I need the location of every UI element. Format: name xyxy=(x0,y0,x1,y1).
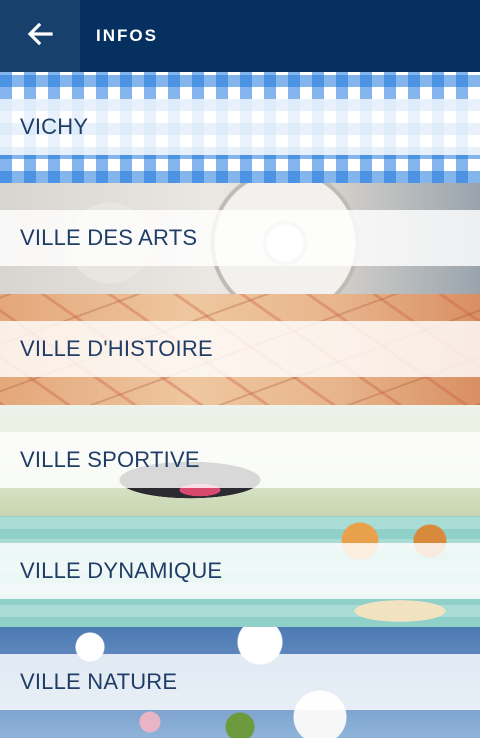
top-app-bar: INFOS xyxy=(0,0,480,72)
list-item-label: VICHY xyxy=(20,114,89,139)
list-item-label: VILLE DES ARTS xyxy=(20,225,198,250)
list-item-ville-des-arts[interactable]: VILLE DES ARTS xyxy=(0,183,480,294)
list-item-label: VILLE DYNAMIQUE xyxy=(20,558,223,583)
list-item-label: VILLE D'HISTOIRE xyxy=(20,336,213,361)
list-item-label: VILLE SPORTIVE xyxy=(20,447,200,472)
list-item-label: VILLE NATURE xyxy=(20,669,178,694)
list-item-ville-dynamique[interactable]: VILLE DYNAMIQUE xyxy=(0,516,480,627)
list-item-ville-sportive[interactable]: VILLE SPORTIVE xyxy=(0,405,480,516)
list-item-ville-nature[interactable]: VILLE NATURE xyxy=(0,627,480,738)
back-button[interactable] xyxy=(0,0,80,72)
list-item-ville-d-histoire[interactable]: VILLE D'HISTOIRE xyxy=(0,294,480,405)
list-item-vichy[interactable]: VICHY xyxy=(0,72,480,183)
info-category-list: VICHY VILLE DES ARTS VILLE D'HISTOIRE VI… xyxy=(0,72,480,738)
arrow-left-icon xyxy=(25,19,55,54)
page-title: INFOS xyxy=(96,26,158,45)
